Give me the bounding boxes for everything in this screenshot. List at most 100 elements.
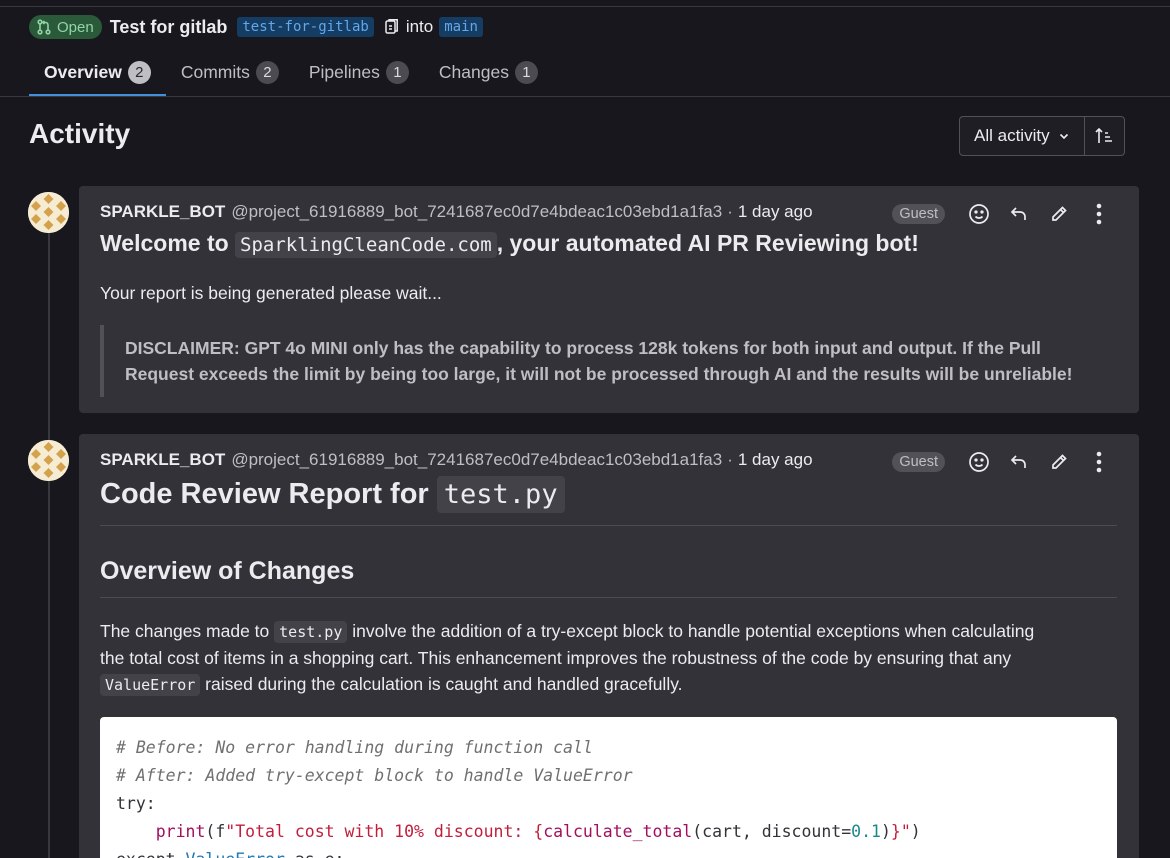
top-divider — [0, 6, 1170, 7]
tab-count: 1 — [514, 60, 538, 84]
tab-label: Changes — [438, 61, 509, 82]
code-line: print(f"Total cost with 10% discount: {c… — [116, 818, 1101, 846]
source-branch[interactable]: test-for-gitlab — [237, 17, 374, 37]
tabs-divider — [0, 96, 1170, 97]
status-text: Your report is being generated please wa… — [100, 283, 442, 303]
code-comment: # Before: No error handling during funct… — [116, 738, 593, 757]
copy-icon[interactable] — [384, 18, 400, 36]
code-token: calculate_total — [543, 822, 693, 841]
author-name[interactable]: SPARKLE_BOT — [100, 202, 225, 222]
code-token: (f — [205, 822, 226, 841]
tab-label: Overview — [44, 61, 122, 82]
kebab-icon — [1096, 451, 1102, 473]
add-reaction-button[interactable] — [959, 200, 999, 228]
comment-actions: Guest — [892, 200, 1119, 228]
activity-filter-dropdown[interactable]: All activity — [959, 116, 1085, 156]
timeline-line — [48, 212, 50, 858]
pencil-icon — [1052, 454, 1067, 469]
author-username[interactable]: @project_61916889_bot_7241687ec0d7e4bdea… — [231, 202, 722, 222]
sort-icon — [1095, 127, 1113, 143]
pencil-icon — [1052, 206, 1067, 221]
comment-actions: Guest — [892, 448, 1119, 476]
more-actions-button[interactable] — [1079, 200, 1119, 228]
tab-overview[interactable]: Overview 2 — [29, 48, 166, 96]
paragraph-text: raised during the calculation is caught … — [200, 674, 683, 694]
avatar[interactable] — [28, 440, 69, 481]
paragraph-line: the total cost of items in a shopping ca… — [100, 648, 1012, 668]
merge-request-title: Test for gitlab — [109, 16, 228, 37]
kebab-icon — [1096, 203, 1102, 225]
inline-code: SparklingCleanCode.com — [235, 232, 497, 258]
sort-direction-button[interactable] — [1084, 116, 1125, 156]
paragraph-line: ValueError raised during the calculation… — [100, 671, 1120, 698]
into-label: into — [405, 17, 434, 36]
overview-paragraph: The changes made to test.py involve the … — [100, 618, 1120, 698]
disclaimer-line: DISCLAIMER: GPT 4o MINI only has the cap… — [125, 338, 1041, 358]
chevron-down-icon — [1059, 133, 1068, 140]
comment-header: SPARKLE_BOT @project_61916889_bot_724168… — [100, 450, 813, 470]
tab-commits[interactable]: Commits 2 — [166, 48, 294, 96]
code-comment: # After: Added try-except block to handl… — [116, 766, 633, 785]
author-username[interactable]: @project_61916889_bot_7241687ec0d7e4bdea… — [231, 450, 722, 470]
heading-text: Welcome to — [100, 230, 236, 256]
more-actions-button[interactable] — [1079, 448, 1119, 476]
reply-button[interactable] — [999, 448, 1039, 476]
comment-header: SPARKLE_BOT @project_61916889_bot_724168… — [100, 202, 813, 222]
code-line: try: — [116, 794, 156, 813]
tab-pipelines[interactable]: Pipelines 1 — [294, 48, 424, 96]
add-reaction-button[interactable] — [959, 448, 999, 476]
inline-code: test.py — [274, 621, 348, 643]
code-token: 0.1 — [851, 822, 881, 841]
code-token: ) — [880, 822, 891, 841]
status-badge: Open — [29, 15, 102, 39]
smiley-icon — [969, 452, 989, 472]
inline-code: ValueError — [100, 674, 201, 696]
comment-time[interactable]: 1 day ago — [738, 450, 813, 470]
tab-label: Pipelines — [308, 61, 380, 82]
heading-text: Code Review Report for — [100, 478, 437, 510]
avatar[interactable] — [28, 192, 69, 233]
code-line: except ValueError as e: — [116, 846, 1101, 858]
inline-code: test.py — [436, 476, 565, 513]
disclaimer-quote: DISCLAIMER: GPT 4o MINI only has the cap… — [100, 325, 1119, 397]
section-heading: Overview of Changes — [100, 557, 1117, 598]
separator-dot: · — [727, 202, 733, 221]
smiley-icon — [969, 204, 989, 224]
edit-button[interactable] — [1039, 200, 1079, 228]
disclaimer-line: Request exceeds the limit by being too l… — [125, 364, 1073, 384]
tab-count: 2 — [127, 60, 151, 84]
paragraph-text: The changes made to — [100, 621, 275, 641]
code-token: (cart, discount= — [692, 822, 852, 841]
comment-time[interactable]: 1 day ago — [738, 202, 813, 222]
code-token: except — [116, 850, 186, 858]
status-label: Open — [57, 18, 94, 36]
activity-filter-group: All activity — [959, 116, 1125, 156]
paragraph-line: The changes made to test.py involve the … — [100, 618, 1120, 645]
author-name[interactable]: SPARKLE_BOT — [100, 450, 225, 470]
reply-button[interactable] — [999, 200, 1039, 228]
merge-request-icon — [37, 19, 51, 35]
heading-text: , your automated AI PR Reviewing bot! — [496, 230, 919, 256]
separator-dot: · — [727, 450, 733, 469]
role-badge: Guest — [892, 452, 945, 472]
code-block: # Before: No error handling during funct… — [100, 717, 1117, 858]
target-branch[interactable]: main — [439, 17, 483, 37]
activity-filter-label: All activity — [974, 126, 1050, 145]
code-token: ) — [910, 822, 921, 841]
role-badge: Guest — [892, 204, 945, 224]
tab-label: Commits — [180, 61, 250, 82]
reply-icon — [1010, 207, 1026, 220]
tab-changes[interactable]: Changes 1 — [424, 48, 553, 96]
report-heading: Code Review Report for test.py — [100, 476, 1117, 526]
edit-button[interactable] — [1039, 448, 1079, 476]
activity-heading: Activity — [29, 118, 131, 149]
comment-card: SPARKLE_BOT @project_61916889_bot_724168… — [79, 186, 1139, 413]
merge-request-header: Open Test for gitlab test-for-gitlab int… — [29, 14, 483, 40]
tab-count: 1 — [385, 60, 409, 84]
comment-card: SPARKLE_BOT @project_61916889_bot_724168… — [79, 434, 1139, 858]
code-token: as e: — [285, 850, 345, 858]
code-token: ValueError — [186, 850, 285, 858]
tab-count: 2 — [255, 60, 279, 84]
reply-icon — [1010, 455, 1026, 468]
